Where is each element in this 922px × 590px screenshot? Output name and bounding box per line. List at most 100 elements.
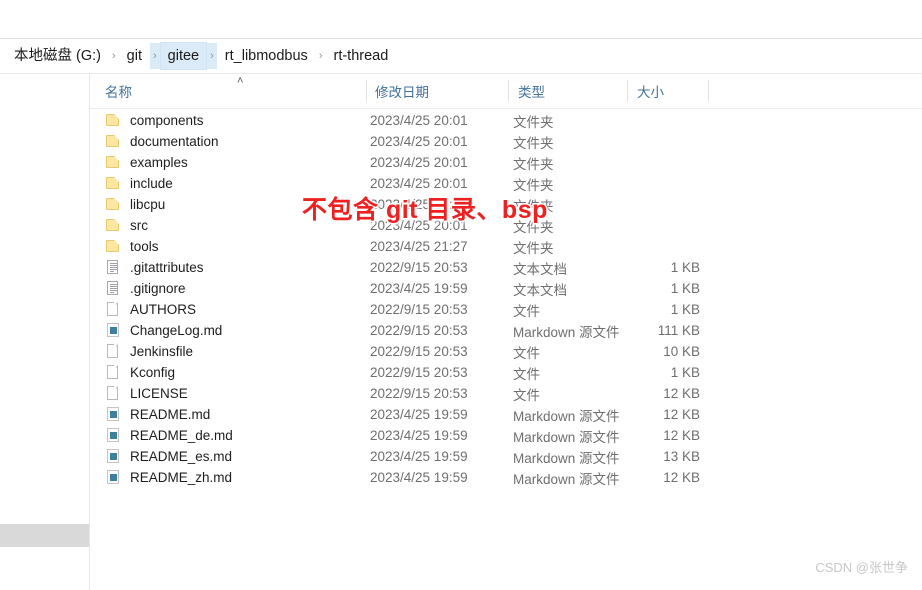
file-size: 12 KB — [663, 470, 700, 485]
file-date: 2023/4/25 19:59 — [370, 428, 468, 443]
table-row[interactable]: ChangeLog.md 2022/9/15 20:53 Markdown 源文件 1… — [90, 320, 922, 341]
file-date: 2022/9/15 20:53 — [370, 386, 468, 401]
table-row[interactable]: documentation 2023/4/25 20:01 文件夹 — [90, 131, 922, 152]
table-row[interactable]: Jenkinsfile 2022/9/15 20:53 文件 10 KB — [90, 341, 922, 362]
file-name: Kconfig — [130, 365, 176, 380]
breadcrumb-chevron-icon[interactable]: › — [316, 43, 326, 69]
file-type: 文件 — [513, 366, 540, 382]
nav-selected-item[interactable] — [0, 524, 89, 547]
file-size — [580, 110, 700, 131]
table-row[interactable]: README_de.md 2023/4/25 19:59 Markdown 源文件 1… — [90, 425, 922, 446]
file-size — [580, 194, 700, 215]
file-icon — [105, 301, 122, 318]
table-row[interactable]: README_es.md 2023/4/25 19:59 Markdown 源文件 1… — [90, 446, 922, 467]
file-date: 2022/9/15 20:53 — [370, 344, 468, 359]
breadcrumb-chevron-icon[interactable]: › — [207, 43, 217, 69]
sort-ascending-icon[interactable]: ˄ — [237, 76, 243, 87]
file-size: 1 KB — [670, 302, 700, 317]
breadcrumb-item-0[interactable]: 本地磁盘 (G:) — [6, 42, 109, 70]
file-size: 1 KB — [670, 365, 700, 380]
file-type: 文件夹 — [513, 240, 554, 256]
table-row[interactable]: .gitignore 2023/4/25 19:59 文本文档 1 KB — [90, 278, 922, 299]
breadcrumb-item-2[interactable]: gitee — [159, 42, 208, 70]
file-rows: components 2023/4/25 20:01 文件夹 documentatio… — [90, 110, 922, 488]
folder-icon — [105, 175, 122, 192]
breadcrumb-item-4[interactable]: rt-thread — [325, 42, 396, 70]
annotation-text: 不包含 git 目录、bsp — [302, 196, 548, 224]
markdown-icon — [105, 448, 122, 465]
table-row[interactable]: examples 2023/4/25 20:01 文件夹 — [90, 152, 922, 173]
column-divider-date[interactable] — [508, 80, 509, 102]
breadcrumb-chevron-icon[interactable]: › — [109, 43, 119, 69]
file-name: components — [130, 113, 204, 128]
table-row[interactable]: AUTHORS 2022/9/15 20:53 文件 1 KB — [90, 299, 922, 320]
file-icon — [105, 364, 122, 381]
table-row[interactable]: README.md 2023/4/25 19:59 Markdown 源文件 12 K… — [90, 404, 922, 425]
file-date: 2023/4/25 19:59 — [370, 449, 468, 464]
folder-icon — [105, 196, 122, 213]
column-divider-size[interactable] — [708, 80, 709, 102]
table-row[interactable]: tools 2023/4/25 21:27 文件夹 — [90, 236, 922, 257]
file-name: tools — [130, 239, 159, 254]
folder-icon — [105, 217, 122, 234]
file-name: README.md — [130, 407, 211, 422]
folder-icon — [105, 133, 122, 150]
file-date: 2022/9/15 20:53 — [370, 323, 468, 338]
text-document-icon — [105, 280, 122, 297]
file-icon — [105, 385, 122, 402]
table-row[interactable]: Kconfig 2022/9/15 20:53 文件 1 KB — [90, 362, 922, 383]
markdown-icon — [105, 406, 122, 423]
file-size: 1 KB — [670, 281, 700, 296]
file-name: ChangeLog.md — [130, 323, 223, 338]
table-row[interactable]: README_zh.md 2023/4/25 19:59 Markdown 源文件 1… — [90, 467, 922, 488]
file-size: 1 KB — [670, 260, 700, 275]
breadcrumb-item-1[interactable]: git — [119, 42, 150, 70]
column-header-name[interactable]: 名称 — [105, 74, 132, 108]
file-date: 2023/4/25 21:27 — [370, 239, 468, 254]
folder-icon — [105, 238, 122, 255]
file-size — [580, 131, 700, 152]
file-type: 文件 — [513, 303, 540, 319]
column-header-type[interactable]: 类型 — [518, 74, 545, 108]
file-name: README_de.md — [130, 428, 233, 443]
file-date: 2023/4/25 20:01 — [370, 113, 468, 128]
file-size: 12 KB — [663, 386, 700, 401]
markdown-icon — [105, 427, 122, 444]
breadcrumb-item-3[interactable]: rt_libmodbus — [217, 42, 316, 70]
markdown-icon — [105, 469, 122, 486]
file-size: 13 KB — [663, 449, 700, 464]
navigation-pane[interactable] — [0, 74, 89, 590]
file-icon — [105, 343, 122, 360]
file-name: AUTHORS — [130, 302, 197, 317]
file-size: 111 KB — [657, 323, 700, 338]
file-type: 文件 — [513, 387, 540, 403]
file-size — [580, 236, 700, 257]
address-bar[interactable]: 本地磁盘 (G:) › git › gitee › rt_libmodbus › rt-thre… — [0, 39, 922, 73]
file-list-pane[interactable]: ˄ 名称 修改日期 类型 大小 components 2023/4/25 20:0… — [90, 74, 922, 590]
column-divider-name[interactable] — [366, 80, 367, 102]
folder-icon — [105, 112, 122, 129]
table-row[interactable]: components 2023/4/25 20:01 文件夹 — [90, 110, 922, 131]
file-date: 2022/9/15 20:53 — [370, 302, 468, 317]
file-name: examples — [130, 155, 188, 170]
file-date: 2023/4/25 20:01 — [370, 134, 468, 149]
file-size: 12 KB — [663, 428, 700, 443]
file-name: .gitattributes — [130, 260, 204, 275]
watermark: CSDN @张世争 — [815, 560, 908, 575]
file-type: 文本文档 — [513, 282, 567, 298]
table-row[interactable]: LICENSE 2022/9/15 20:53 文件 12 KB — [90, 383, 922, 404]
breadcrumb-chevron-icon[interactable]: › — [150, 43, 160, 69]
table-row[interactable]: .gitattributes 2022/9/15 20:53 文本文档 1 KB — [90, 257, 922, 278]
file-name: src — [130, 218, 148, 233]
column-header-row: ˄ 名称 修改日期 类型 大小 — [90, 74, 922, 108]
column-header-size[interactable]: 大小 — [637, 74, 664, 108]
file-type: 文件夹 — [513, 135, 554, 151]
file-name: LICENSE — [130, 386, 188, 401]
column-header-date[interactable]: 修改日期 — [375, 74, 429, 108]
file-name: include — [130, 176, 173, 191]
column-divider-type[interactable] — [627, 80, 628, 102]
file-type: 文本文档 — [513, 261, 567, 277]
file-size — [580, 152, 700, 173]
file-date: 2022/9/15 20:53 — [370, 365, 468, 380]
file-name: documentation — [130, 134, 219, 149]
